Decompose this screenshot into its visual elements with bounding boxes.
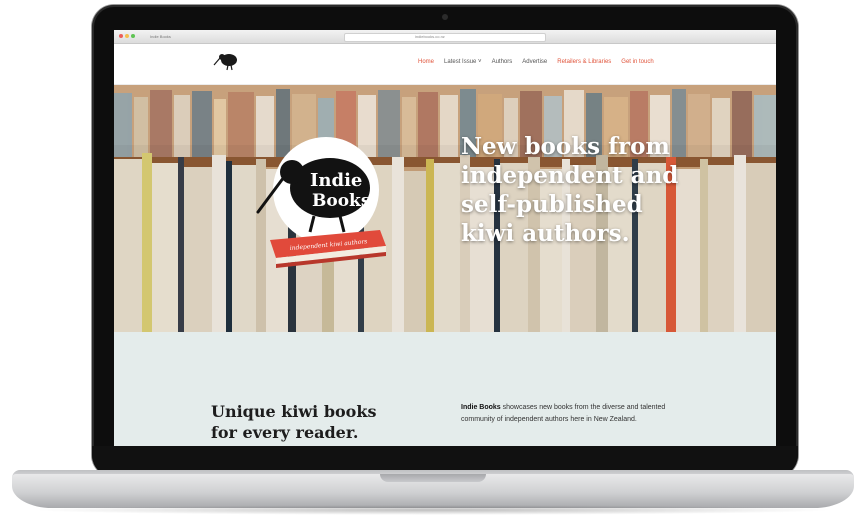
camera-icon [442,14,448,20]
browser-tab-title[interactable]: Indie Books [150,34,171,39]
nav-authors[interactable]: Authors [492,59,513,65]
nav-home[interactable]: Home [418,59,434,65]
site-header: Home Latest Issue ˅ Authors Advertise Re… [114,44,776,85]
intro-body: Indie Books showcases new books from the… [461,402,666,426]
address-bar[interactable]: indiebooks.co.nz [344,33,546,42]
intro-heading-line: for every reader. [211,423,359,442]
minimize-window-icon[interactable] [125,34,129,38]
nav-latest-issue[interactable]: Latest Issue ˅ [444,59,482,65]
maximize-window-icon[interactable] [131,34,135,38]
screen: Indie Books indiebooks.co.nz Home Latest… [114,30,776,446]
laptop-shadow [30,505,836,515]
indie-books-logo-badge: Indie Books independent kiwi authors [256,137,386,268]
hero-banner: Indie Books independent kiwi authors New… [114,85,776,332]
kiwi-logo-icon[interactable] [212,49,240,73]
chevron-down-icon: ˅ [478,59,482,65]
intro-heading-line: Unique kiwi books [211,402,377,421]
address-bar-text: indiebooks.co.nz [415,34,445,39]
laptop-notch [380,474,486,482]
hero-headline-line: kiwi authors. [461,220,630,247]
intro-heading: Unique kiwi books for every reader. [211,401,391,443]
intro-section: Unique kiwi books for every reader. Indi… [114,332,776,446]
hero-headline: New books from independent and self-publ… [461,132,711,248]
hero-headline-line: independent and [461,162,679,189]
badge-indie-text: Indie [310,170,362,191]
nav-get-in-touch[interactable]: Get in touch [621,59,653,65]
intro-brand: Indie Books [461,404,501,411]
hero-headline-line: New books from [461,133,670,160]
close-window-icon[interactable] [119,34,123,38]
nav-retailers-libraries[interactable]: Retailers & Libraries [557,59,611,65]
main-menu: Home Latest Issue ˅ Authors Advertise Re… [418,59,654,65]
nav-latest-issue-label: Latest Issue [444,59,477,65]
badge-books-text: Books [312,191,370,211]
hero-headline-line: self-published [461,191,643,218]
browser-chrome: Indie Books indiebooks.co.nz [114,30,776,44]
nav-advertise[interactable]: Advertise [522,59,547,65]
